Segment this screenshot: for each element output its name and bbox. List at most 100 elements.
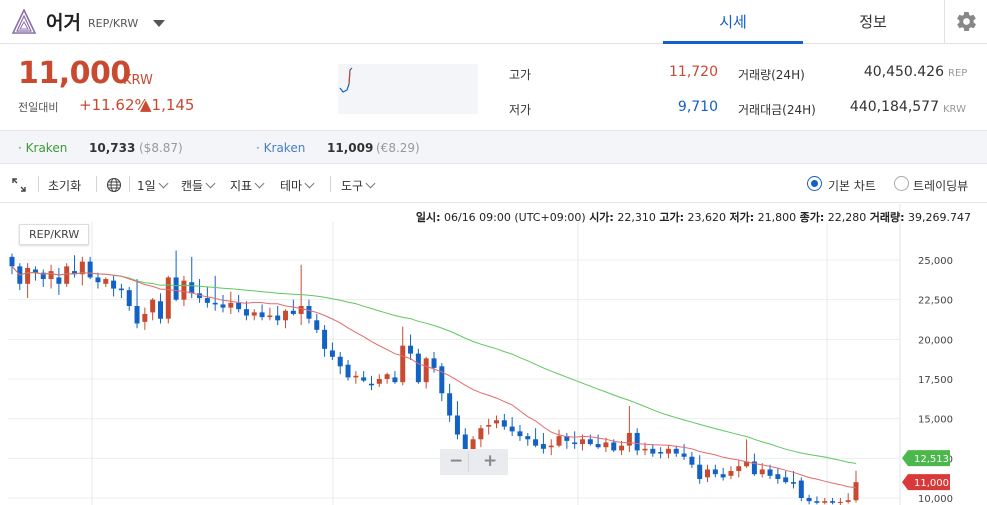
- high-label: 고가: [509, 68, 532, 82]
- candle-body: [283, 310, 289, 321]
- candle-body: [720, 474, 726, 478]
- y-tick-label: 20,000: [918, 335, 953, 346]
- candle-body: [251, 312, 257, 316]
- candle-dropdown[interactable]: 캔들: [181, 177, 214, 194]
- market-dropdown-icon[interactable]: [153, 20, 165, 27]
- candle-body: [806, 498, 812, 502]
- candle-body: [408, 345, 414, 354]
- augur-logo-icon: [12, 9, 36, 34]
- candle-body: [392, 377, 398, 383]
- candle-body: [509, 426, 515, 432]
- candle-body: [697, 464, 703, 479]
- high-value: 23,620: [687, 211, 726, 224]
- amount-unit: KRW: [943, 104, 966, 115]
- candle-body: [329, 350, 335, 357]
- candle-body: [64, 266, 70, 284]
- candle-body: [423, 358, 429, 383]
- candle-body: [165, 277, 171, 319]
- candle-body: [368, 383, 374, 386]
- candle-body: [25, 267, 31, 284]
- candle-body: [353, 375, 359, 378]
- candle-body: [243, 309, 249, 316]
- candle-body: [48, 271, 54, 280]
- trading-view-radio[interactable]: [894, 176, 909, 191]
- candle-body: [736, 466, 742, 472]
- candle-body: [603, 442, 609, 448]
- candle-body: [501, 420, 507, 427]
- candle-body: [494, 420, 500, 424]
- low-label: 저가:: [729, 211, 755, 224]
- tools-dropdown[interactable]: 도구: [341, 177, 374, 194]
- zoom-controls: − +: [440, 449, 508, 475]
- candle-body: [118, 288, 124, 291]
- change-percent: +11.62%: [79, 96, 149, 114]
- candle-body: [712, 469, 718, 475]
- candle-body: [361, 377, 367, 381]
- globe-icon[interactable]: [106, 177, 122, 193]
- volume-value: 40,450.426: [863, 64, 944, 80]
- candle-body: [9, 256, 15, 267]
- candle-body: [830, 501, 836, 503]
- mini-chart: [338, 64, 478, 114]
- candle-body: [822, 501, 828, 503]
- expand-icon[interactable]: [12, 178, 26, 192]
- indicator-dropdown[interactable]: 지표: [230, 177, 263, 194]
- candle-body: [533, 439, 539, 446]
- candle-body: [587, 439, 593, 445]
- ohlc-info-bar: 일시: 06/16 09:00 (UTC+09:00) 시가: 22,310 고…: [416, 209, 971, 225]
- candle-body: [189, 282, 195, 294]
- candle-body: [853, 482, 859, 501]
- candle-body: [111, 280, 117, 289]
- trading-view-label[interactable]: 트레이딩뷰: [913, 177, 968, 194]
- candle-body: [845, 500, 851, 502]
- date-label: 일시:: [415, 211, 441, 224]
- candle-body: [673, 448, 679, 454]
- coin-name: 어거: [46, 12, 81, 34]
- candle-body: [814, 501, 820, 503]
- basic-chart-radio[interactable]: [807, 176, 822, 191]
- exchange-ref: (€8.29): [376, 141, 420, 155]
- open-label: 시가:: [589, 211, 614, 224]
- price-unit: KRW: [123, 73, 153, 88]
- zoom-in-button[interactable]: +: [483, 451, 497, 471]
- candle-body: [478, 428, 484, 440]
- tab-quote[interactable]: 시세: [663, 0, 803, 44]
- candle-body: [611, 442, 617, 451]
- volume-label: 거래량(24H): [738, 68, 805, 82]
- y-tick-label: 17,500: [918, 375, 953, 386]
- current-price: 11,000: [18, 56, 131, 91]
- candle-body: [173, 277, 179, 300]
- candle-body: [236, 302, 242, 310]
- candle-body: [767, 469, 773, 476]
- candle-body: [837, 501, 843, 503]
- settings-button[interactable]: [944, 0, 987, 44]
- high-value: 11,720: [669, 64, 718, 80]
- candle-body: [540, 444, 546, 449]
- interval-dropdown[interactable]: 1일: [137, 177, 167, 194]
- exchange-ref: ($8.87): [139, 141, 183, 155]
- amount-value: 440,184,577: [849, 99, 939, 115]
- change-absolute: ▲1,145: [140, 96, 195, 114]
- candle-body: [322, 329, 328, 349]
- date-value: 06/16 09:00 (UTC+09:00): [443, 211, 586, 224]
- zoom-out-button[interactable]: −: [449, 451, 463, 471]
- low-value: 21,800: [757, 211, 797, 224]
- candle-body: [556, 436, 562, 446]
- tab-info[interactable]: 정보: [803, 0, 943, 44]
- candle-body: [783, 477, 789, 483]
- candle-body: [400, 345, 406, 383]
- candle-body: [220, 304, 226, 308]
- candle-body: [689, 456, 695, 465]
- candle-body: [345, 364, 351, 378]
- price-chart[interactable]: 25,00022,50020,00017,50015,00012,50010,0…: [0, 204, 987, 505]
- reset-button[interactable]: 초기화: [48, 177, 81, 194]
- candle-body: [798, 480, 804, 498]
- candle-body: [259, 312, 265, 318]
- candle-body: [212, 302, 218, 305]
- exchange-page: 어거 REP/KRW 시세 정보 11,000 KRW 전일대비 +11.62%…: [0, 0, 987, 505]
- ma-long-price-tag-text: 12,513: [914, 454, 949, 465]
- basic-chart-label[interactable]: 기본 차트: [828, 177, 876, 194]
- candle-body: [415, 353, 421, 383]
- candle-body: [384, 374, 390, 379]
- theme-dropdown[interactable]: 테마: [280, 177, 313, 194]
